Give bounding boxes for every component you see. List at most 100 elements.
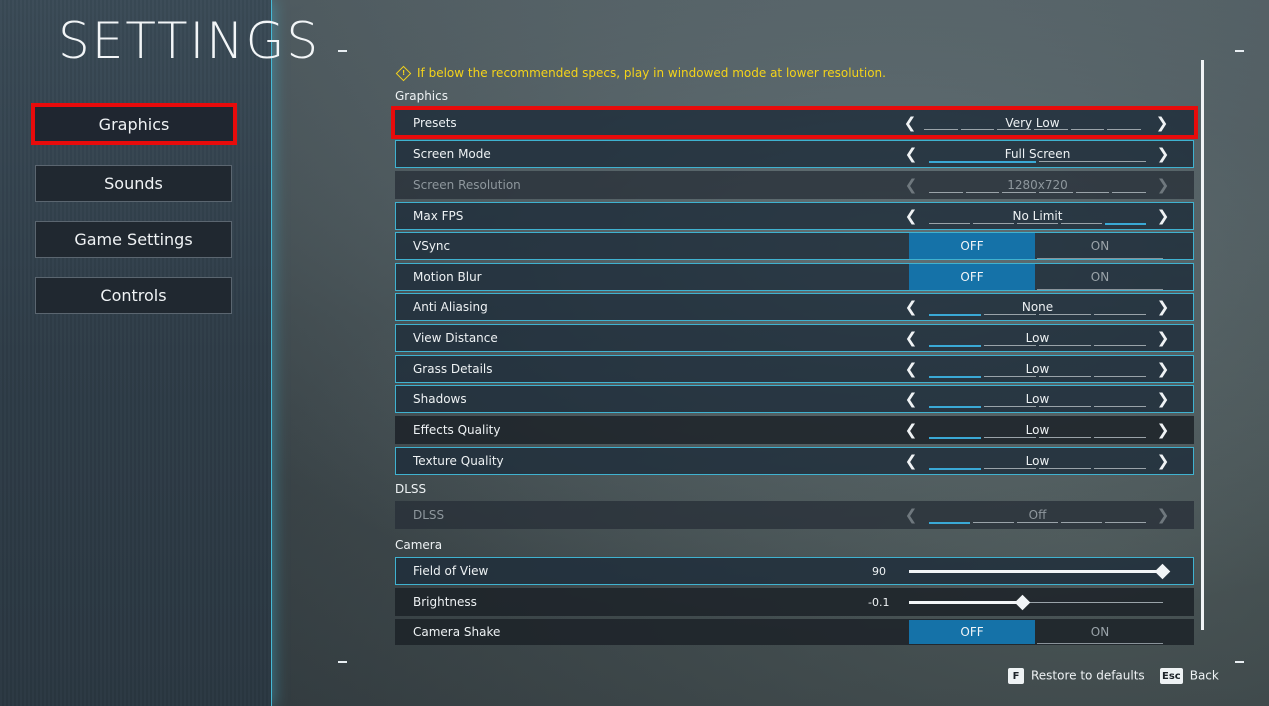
warning-icon: ! bbox=[395, 65, 412, 81]
restore-defaults-button[interactable]: F Restore to defaults bbox=[1008, 668, 1145, 684]
setting-presets[interactable]: Presets ❮ Very Low ❯ bbox=[391, 106, 1198, 139]
setting-value: Very Low bbox=[1005, 115, 1060, 130]
motion-blur-off-option[interactable]: OFF bbox=[909, 264, 1035, 290]
setting-label: Effects Quality bbox=[413, 423, 501, 437]
chevron-right-icon: ❯ bbox=[1156, 176, 1170, 194]
section-dlss: DLSS bbox=[395, 482, 427, 496]
setting-motion-blur[interactable]: Motion Blur OFF ON bbox=[395, 263, 1194, 291]
setting-label: Anti Aliasing bbox=[413, 300, 488, 314]
chevron-right-icon: ❯ bbox=[1156, 506, 1170, 524]
camera-shake-on-option[interactable]: ON bbox=[1037, 620, 1163, 644]
level-indicator bbox=[929, 223, 1146, 225]
setting-label: Brightness bbox=[413, 595, 477, 609]
chevron-right-icon[interactable]: ❯ bbox=[1156, 390, 1170, 408]
chevron-left-icon[interactable]: ❮ bbox=[904, 421, 918, 439]
setting-label: Presets bbox=[413, 115, 457, 130]
fov-slider-thumb[interactable] bbox=[1154, 563, 1171, 580]
chevron-right-icon[interactable]: ❯ bbox=[1156, 329, 1170, 347]
slider-value: -0.1 bbox=[868, 595, 890, 609]
setting-label: Grass Details bbox=[413, 362, 493, 376]
esc-key-icon: Esc bbox=[1160, 668, 1183, 684]
chevron-left-icon[interactable]: ❮ bbox=[904, 452, 918, 470]
chevron-right-icon[interactable]: ❯ bbox=[1155, 114, 1169, 132]
section-graphics: Graphics bbox=[395, 89, 448, 103]
warning-message: ! If below the recommended specs, play i… bbox=[395, 65, 886, 81]
vsync-off-option[interactable]: OFF bbox=[909, 233, 1035, 259]
chevron-right-icon[interactable]: ❯ bbox=[1156, 360, 1170, 378]
setting-label: Screen Mode bbox=[413, 147, 491, 161]
setting-camera-shake[interactable]: Camera Shake OFF ON bbox=[395, 619, 1194, 645]
setting-value: No Limit bbox=[1012, 209, 1063, 223]
chevron-right-icon[interactable]: ❯ bbox=[1156, 145, 1170, 163]
fov-slider-fill bbox=[909, 570, 1163, 573]
setting-effects-quality[interactable]: Effects Quality ❮ Low ❯ bbox=[395, 416, 1194, 444]
motion-blur-on-option[interactable]: ON bbox=[1037, 264, 1163, 290]
level-indicator bbox=[924, 129, 1142, 131]
setting-label: Shadows bbox=[413, 392, 467, 406]
setting-label: Motion Blur bbox=[413, 270, 482, 284]
f-key-icon: F bbox=[1008, 668, 1024, 684]
chevron-right-icon[interactable]: ❯ bbox=[1156, 421, 1170, 439]
setting-value: Low bbox=[1025, 423, 1050, 437]
level-indicator bbox=[929, 345, 1146, 347]
nav-game-settings-button[interactable]: Game Settings bbox=[35, 221, 232, 258]
corner-mark bbox=[338, 661, 347, 663]
corner-mark bbox=[1235, 50, 1244, 52]
sidebar: SETTINGS Graphics Sounds Game Settings C… bbox=[0, 0, 318, 706]
level-indicator bbox=[929, 406, 1146, 408]
setting-screen-resolution: Screen Resolution ❮ 1280x720 ❯ bbox=[395, 171, 1194, 199]
setting-max-fps[interactable]: Max FPS ❮ No Limit ❯ bbox=[395, 202, 1194, 230]
chevron-left-icon[interactable]: ❮ bbox=[904, 145, 918, 163]
corner-mark bbox=[338, 50, 347, 52]
setting-brightness[interactable]: Brightness -0.1 bbox=[395, 588, 1194, 616]
setting-label: Field of View bbox=[413, 564, 489, 578]
setting-value: Off bbox=[1028, 508, 1047, 522]
nav-controls-button[interactable]: Controls bbox=[35, 277, 232, 314]
chevron-right-icon[interactable]: ❯ bbox=[1156, 207, 1170, 225]
nav-sounds-button[interactable]: Sounds bbox=[35, 165, 232, 202]
setting-label: Texture Quality bbox=[413, 454, 504, 468]
setting-view-distance[interactable]: View Distance ❮ Low ❯ bbox=[395, 324, 1194, 352]
section-camera: Camera bbox=[395, 538, 443, 552]
level-indicator bbox=[929, 192, 1147, 194]
setting-label: Screen Resolution bbox=[413, 178, 521, 192]
level-indicator bbox=[929, 314, 1146, 316]
chevron-left-icon[interactable]: ❮ bbox=[904, 329, 918, 347]
vsync-on-option[interactable]: ON bbox=[1037, 233, 1163, 259]
level-indicator bbox=[929, 437, 1146, 439]
nav-graphics-button[interactable]: Graphics bbox=[31, 103, 237, 145]
setting-label: View Distance bbox=[413, 331, 498, 345]
setting-value: Low bbox=[1025, 454, 1050, 468]
chevron-right-icon[interactable]: ❯ bbox=[1156, 298, 1170, 316]
setting-value: Low bbox=[1025, 392, 1050, 406]
slider-value: 90 bbox=[872, 564, 886, 578]
setting-vsync[interactable]: VSync OFF ON bbox=[395, 232, 1194, 260]
chevron-left-icon: ❮ bbox=[904, 176, 918, 194]
chevron-left-icon[interactable]: ❮ bbox=[904, 390, 918, 408]
chevron-left-icon[interactable]: ❮ bbox=[904, 298, 918, 316]
warning-text: If below the recommended specs, play in … bbox=[417, 66, 886, 80]
chevron-right-icon[interactable]: ❯ bbox=[1156, 452, 1170, 470]
setting-grass-details[interactable]: Grass Details ❮ Low ❯ bbox=[395, 355, 1194, 383]
brightness-slider-thumb[interactable] bbox=[1015, 594, 1031, 611]
setting-shadows[interactable]: Shadows ❮ Low ❯ bbox=[395, 385, 1194, 413]
back-button[interactable]: Esc Back bbox=[1160, 668, 1219, 684]
camera-shake-off-option[interactable]: OFF bbox=[909, 620, 1035, 644]
back-label: Back bbox=[1189, 668, 1219, 683]
setting-value: None bbox=[1021, 300, 1054, 314]
chevron-left-icon[interactable]: ❮ bbox=[903, 114, 917, 132]
chevron-left-icon[interactable]: ❮ bbox=[904, 207, 918, 225]
restore-defaults-label: Restore to defaults bbox=[1031, 668, 1145, 683]
setting-value: Low bbox=[1025, 362, 1050, 376]
level-indicator bbox=[929, 161, 1146, 163]
setting-dlss: DLSS ❮ Off ❯ bbox=[395, 501, 1194, 529]
setting-field-of-view[interactable]: Field of View 90 bbox=[395, 557, 1194, 585]
setting-anti-aliasing[interactable]: Anti Aliasing ❮ None ❯ bbox=[395, 293, 1194, 321]
page-title: SETTINGS bbox=[58, 12, 321, 70]
setting-texture-quality[interactable]: Texture Quality ❮ Low ❯ bbox=[395, 447, 1194, 475]
level-indicator bbox=[929, 522, 1146, 524]
scrollbar-thumb[interactable] bbox=[1201, 60, 1204, 630]
setting-screen-mode[interactable]: Screen Mode ❮ Full Screen ❯ bbox=[395, 140, 1194, 168]
setting-value: Low bbox=[1025, 331, 1050, 345]
chevron-left-icon[interactable]: ❮ bbox=[904, 360, 918, 378]
